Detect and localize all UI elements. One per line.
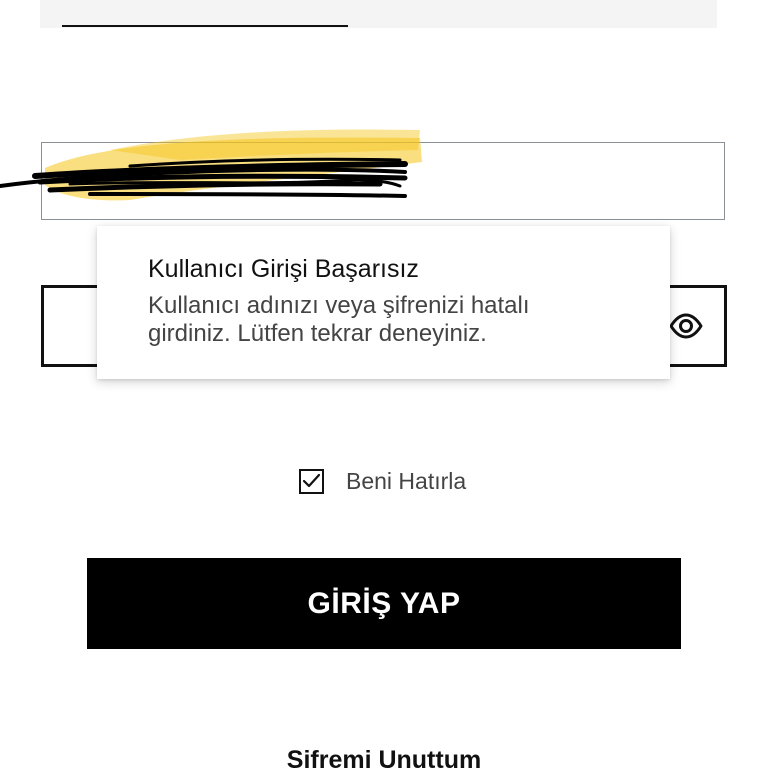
top-field-remnant [40,0,717,28]
forgot-password-link[interactable]: Şifremi Unuttum [0,746,768,768]
eye-icon [669,313,703,339]
remember-me[interactable]: Beni Hatırla [299,466,466,496]
login-button[interactable]: GİRİŞ YAP [87,558,681,649]
remember-me-checkbox[interactable] [299,468,324,494]
show-password-toggle[interactable] [668,310,704,342]
login-error-popup: Kullanıcı Girişi Başarısız Kullanıcı adı… [97,226,670,379]
error-title: Kullanıcı Girişi Başarısız [148,255,419,283]
error-message: Kullanıcı adınızı veya şifrenizi hatalı … [148,292,530,347]
username-field[interactable] [41,142,725,220]
remember-me-label: Beni Hatırla [346,467,467,494]
top-field-underline [62,25,348,27]
login-screen: Kullanıcı Girişi Başarısız Kullanıcı adı… [0,0,768,768]
checkmark-icon [302,473,321,488]
